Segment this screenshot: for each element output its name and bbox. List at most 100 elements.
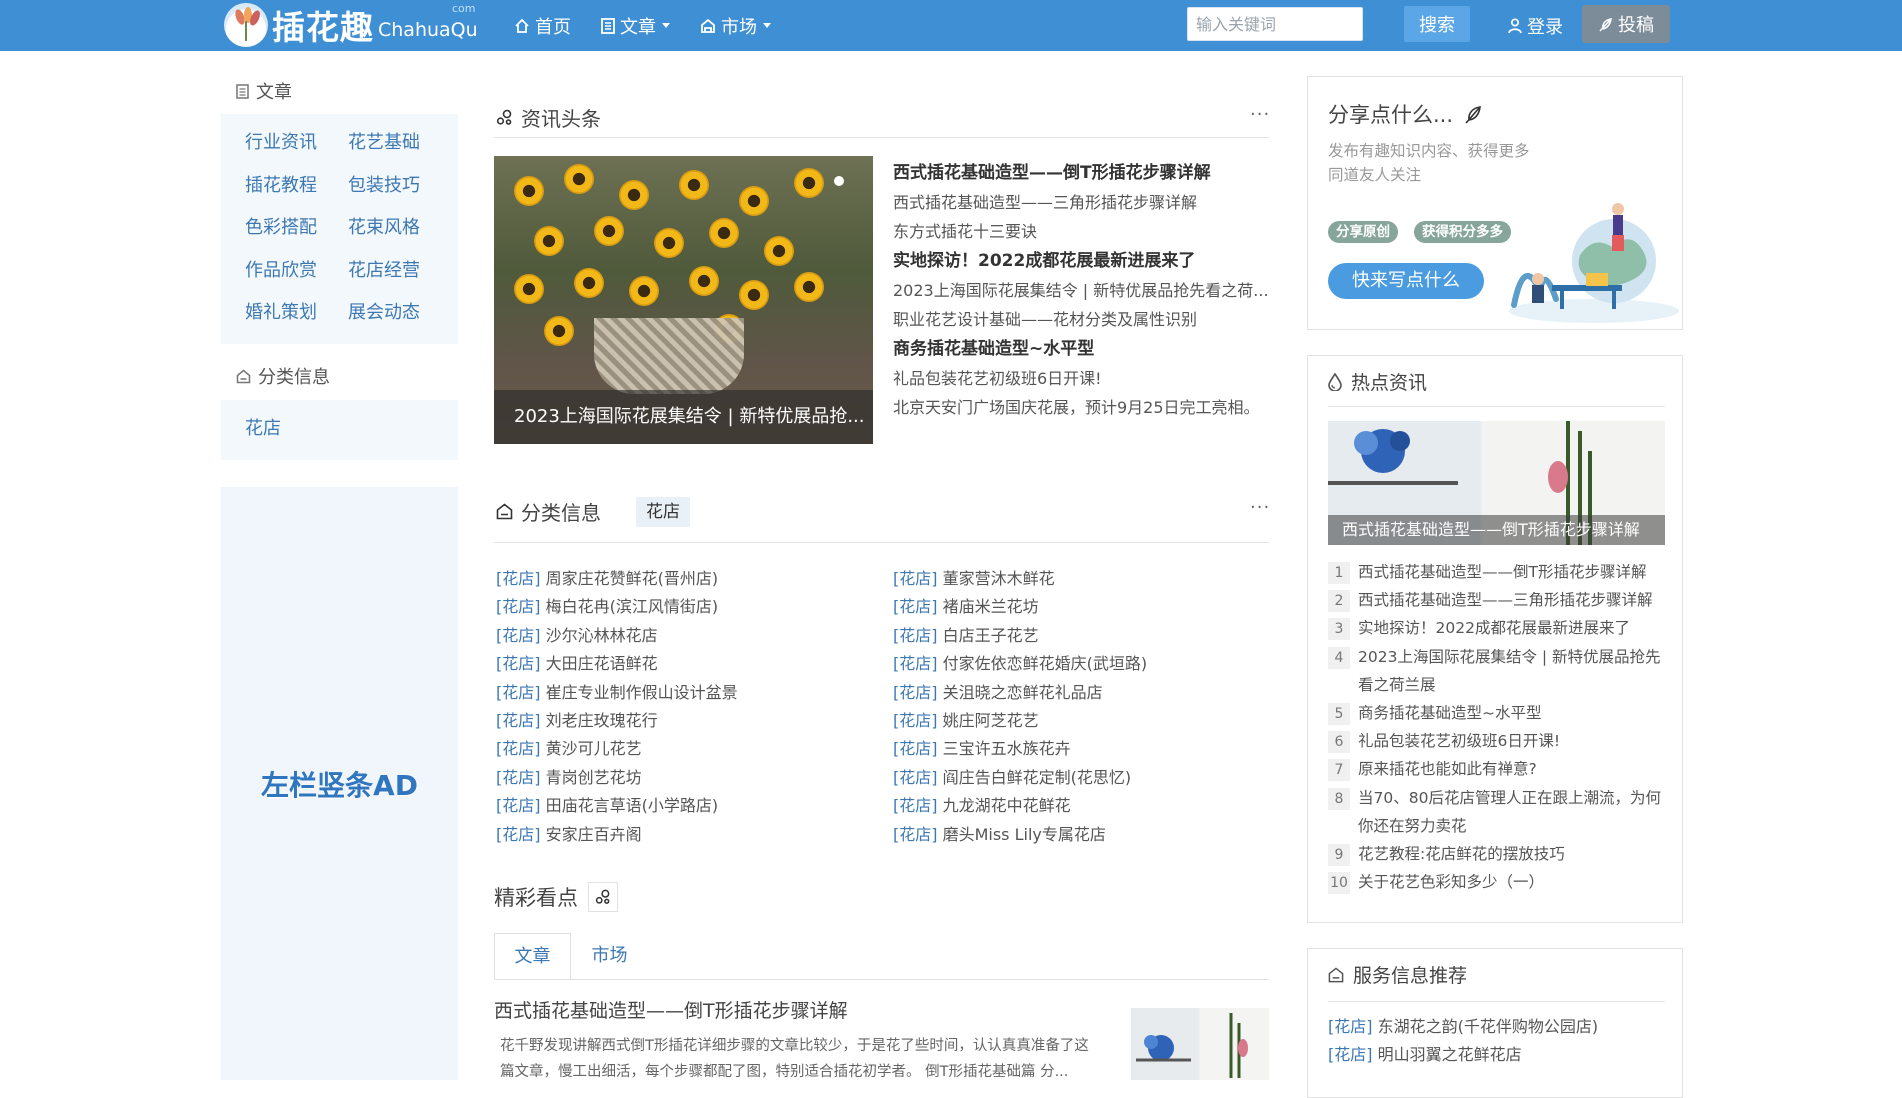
hot-news-item[interactable]: 9 花艺教程:花店鲜花的摆放技巧 [1328, 840, 1668, 868]
sidebar-link[interactable]: 婚礼策划 [245, 292, 348, 335]
shop-list-item[interactable]: [花店] 梅白花冉(滨江风情街店) [496, 593, 738, 621]
headline-item[interactable]: 商务插花基础造型~水平型 [893, 334, 1273, 364]
shop-list-item[interactable]: [花店] 白店王子花艺 [893, 622, 1147, 650]
nav-articles[interactable]: 文章 [601, 13, 670, 39]
shop-list-item[interactable]: [花店] 田庙花言草语(小学路店) [496, 792, 738, 820]
hot-news-image-caption: 西式插花基础造型——倒T形插花步骤详解 [1328, 515, 1665, 545]
rank-number: 4 [1328, 646, 1350, 669]
sidebar-link[interactable]: 花束风格 [348, 207, 451, 250]
sidebar-link[interactable]: 花店 [245, 408, 348, 451]
login-link[interactable]: 登录 [1508, 0, 1563, 51]
rank-number: 10 [1328, 872, 1350, 895]
headline-item[interactable]: 职业花艺设计基础——花材分类及属性识别 [893, 305, 1273, 334]
category-more-button[interactable]: ··· [1250, 497, 1270, 518]
shop-name: 梅白花冉(滨江风情街店) [545, 597, 719, 617]
shop-list-item[interactable]: [花店] 九龙湖花中花鲜花 [893, 792, 1147, 820]
sidebar-link[interactable]: 花艺基础 [348, 122, 451, 165]
services-card: 服务信息推荐 [花店] 东湖花之韵(千花伴购物公园店) [花店] 明山羽翼之花鲜… [1307, 948, 1683, 1098]
shop-list-item[interactable]: [花店] 董家营沐木鲜花 [893, 565, 1147, 593]
shop-name: 董家营沐木鲜花 [942, 569, 1055, 588]
share-card-desc: 发布有趣知识内容、获得更多同道友人关注 [1328, 142, 1530, 184]
share-card-title-label: 分享点什么... [1328, 103, 1454, 127]
highlight-article-thumbnail[interactable] [1131, 1008, 1269, 1080]
shop-tag: [花店] [496, 710, 541, 730]
headline-item[interactable]: 东方式插花十三要诀 [893, 217, 1273, 246]
nav-market[interactable]: 市场 [700, 13, 771, 39]
category-tag-chip[interactable]: 花店 [636, 497, 690, 527]
hot-news-item[interactable]: 4 2023上海国际花展集结令 | 新特优展品抢先看之荷兰展 [1328, 643, 1668, 699]
nav-home-label: 首页 [535, 16, 571, 38]
write-something-button[interactable]: 快来写点什么 [1328, 263, 1484, 299]
hot-news-item[interactable]: 1 西式插花基础造型——倒T形插花步骤详解 [1328, 558, 1668, 586]
highlights-section-title: 精彩看点 [494, 882, 618, 912]
sidebar-link[interactable]: 包装技巧 [348, 165, 451, 208]
shop-name: 崔庄专业制作假山设计盆景 [545, 682, 738, 702]
shop-list-item[interactable]: [花店] 黄沙可儿花艺 [496, 735, 738, 763]
sidebar-link[interactable]: 插花教程 [245, 165, 348, 208]
shop-list-item[interactable]: [花店] 三宝许五水族花卉 [893, 735, 1147, 763]
headline-item[interactable]: 实地探访！2022成都花展最新进展来了 [893, 246, 1273, 276]
shop-tag: [花店] [496, 654, 541, 674]
sidebar-link[interactable]: 行业资讯 [245, 122, 348, 165]
hot-news-title-label: 热点资讯 [1351, 372, 1428, 394]
shop-list-item[interactable]: [花店] 青岗创艺花坊 [496, 764, 738, 792]
writer-illustration [1509, 203, 1679, 323]
hot-news-item-text: 西式插花基础造型——三角形插花步骤详解 [1358, 591, 1653, 610]
service-list-item[interactable]: [花店] 东湖花之韵(千花伴购物公园店) [1328, 1013, 1598, 1041]
shop-list-item[interactable]: [花店] 褚庙米兰花坊 [893, 593, 1147, 621]
headline-feature-image[interactable]: 2023上海国际花展集结令 | 新特优展品抢... [494, 156, 873, 444]
site-logo[interactable]: 插花趣 ChahuaQu com [224, 2, 478, 48]
shop-list-item[interactable]: [花店] 付家佐依恋鲜花婚庆(武垣路) [893, 650, 1147, 678]
shop-tag: [花店] [893, 597, 938, 617]
hot-news-item[interactable]: 5 商务插花基础造型~水平型 [1328, 699, 1668, 727]
shop-name: 姚庄阿芝花艺 [942, 710, 1039, 730]
shop-list-item[interactable]: [花店] 安家庄百卉阁 [496, 821, 738, 849]
sidebar-link[interactable]: 展会动态 [348, 292, 451, 335]
shop-list-item[interactable]: [花店] 关沮晓之恋鲜花礼品店 [893, 679, 1147, 707]
hot-news-item[interactable]: 8 当70、80后花店管理人正在跟上潮流，为何你还在努力卖花 [1328, 784, 1668, 840]
headline-item[interactable]: 北京天安门广场国庆花展，预计9月25日完工亮相。 [893, 393, 1273, 422]
headline-item[interactable]: 西式插花基础造型——倒T形插花步骤详解 [893, 158, 1273, 188]
shop-list-item[interactable]: [花店] 刘老庄玫瑰花行 [496, 707, 738, 735]
logo-english-text: ChahuaQu [378, 19, 478, 41]
shop-list-item[interactable]: [花店] 阎庄告白鲜花定制(花思忆) [893, 764, 1147, 792]
left-vertical-ad[interactable]: 左栏竖条AD [221, 487, 458, 1080]
shop-tag: [花店] [893, 569, 938, 588]
hot-news-item[interactable]: 10 关于花艺色彩知多少（一） [1328, 868, 1668, 896]
hot-news-list: 1 西式插花基础造型——倒T形插花步骤详解 2 西式插花基础造型——三角形插花步骤详… [1328, 558, 1668, 896]
highlight-article-title[interactable]: 西式插花基础造型——倒T形插花步骤详解 [494, 996, 848, 1023]
feather-icon [1465, 106, 1481, 124]
sidebar-category-links: 花店 [221, 400, 458, 460]
rank-number: 5 [1328, 703, 1350, 726]
sidebar-link[interactable]: 作品欣赏 [245, 250, 348, 293]
carousel-dot[interactable] [834, 176, 844, 186]
shop-name: 九龙湖花中花鲜花 [942, 796, 1071, 816]
headline-item[interactable]: 西式插花基础造型——三角形插花步骤详解 [893, 188, 1273, 217]
nav-home[interactable]: 首页 [514, 13, 571, 39]
sidebar-articles-heading: 文章 [236, 78, 292, 104]
tab-market[interactable]: 市场 [571, 933, 648, 979]
hot-news-card: 热点资讯 西式插花基础造型——倒T形插花步骤详解 1 西式插花基础造型——倒T形插… [1307, 355, 1683, 923]
headline-item[interactable]: 2023上海国际花展集结令 | 新特优展品抢先看之荷... [893, 276, 1273, 305]
service-list-item[interactable]: [花店] 明山羽翼之花鲜花店 [1328, 1041, 1598, 1069]
shop-list-item[interactable]: [花店] 姚庄阿芝花艺 [893, 707, 1147, 735]
hot-news-image[interactable]: 西式插花基础造型——倒T形插花步骤详解 [1328, 421, 1665, 545]
sidebar-link[interactable]: 花店经营 [348, 250, 451, 293]
headline-item[interactable]: 礼品包装花艺初级班6日开课! [893, 364, 1273, 393]
hot-news-item[interactable]: 7 原来插花也能如此有禅意? [1328, 755, 1668, 783]
hot-news-item[interactable]: 6 礼品包装花艺初级班6日开课! [1328, 727, 1668, 755]
search-input[interactable] [1187, 7, 1363, 41]
shop-list-item[interactable]: [花店] 崔庄专业制作假山设计盆景 [496, 679, 738, 707]
shop-tag: [花店] [893, 824, 938, 844]
tab-articles[interactable]: 文章 [494, 933, 571, 979]
shop-list-item[interactable]: [花店] 大田庄花语鲜花 [496, 650, 738, 678]
shop-list-item[interactable]: [花店] 周家庄花赞鲜花(晋州店) [496, 565, 738, 593]
submit-article-button[interactable]: 投稿 [1582, 5, 1670, 43]
shop-list-item[interactable]: [花店] 沙尔沁林林花店 [496, 622, 738, 650]
sidebar-link[interactable]: 色彩搭配 [245, 207, 348, 250]
hot-news-item[interactable]: 3 实地探访！2022成都花展最新进展来了 [1328, 614, 1668, 642]
shop-list-item[interactable]: [花店] 磨头Miss Lily专属花店 [893, 821, 1147, 849]
search-button[interactable]: 搜索 [1404, 6, 1470, 42]
headlines-more-button[interactable]: ··· [1250, 104, 1270, 125]
hot-news-item[interactable]: 2 西式插花基础造型——三角形插花步骤详解 [1328, 586, 1668, 614]
